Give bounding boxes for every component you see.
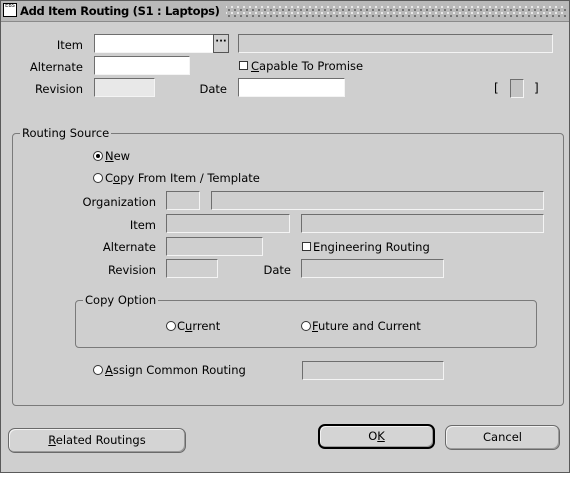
window-title: Add Item Routing (S1 : Laptops) [20,4,226,18]
title-bar[interactable]: EBS Add Item Routing (S1 : Laptops) [1,1,569,22]
copy-item-label: Item [129,218,156,232]
item-lov-button[interactable]: ··· [213,34,229,53]
descriptive-flexfield[interactable] [510,79,524,98]
copy-revision-label: Revision [107,263,156,277]
copy-from-radio[interactable] [93,173,103,183]
ok-button[interactable]: OK [318,424,435,449]
copy-alternate-field [166,237,263,256]
assign-common-routing-label: Assign Common Routing [105,363,246,377]
copy-item-description-field [301,214,544,233]
engineering-routing-checkbox[interactable] [302,242,311,251]
copy-date-field [301,259,444,278]
capable-to-promise-label: Capable To Promise [251,59,364,73]
copy-option-title: Copy Option [83,293,159,307]
common-routing-field [302,361,444,380]
current-radio-label: Current [177,319,221,333]
future-and-current-radio[interactable] [301,321,311,331]
app-icon[interactable]: EBS [3,3,17,17]
revision-label: Revision [34,82,83,96]
title-bar-pattern [188,5,566,17]
current-radio[interactable] [166,321,176,331]
organization-code-field [166,191,200,210]
item-label: Item [56,38,83,52]
new-radio[interactable] [93,151,103,161]
routing-source-title: Routing Source [20,126,112,140]
future-and-current-label: Future and Current [312,319,421,333]
revision-input[interactable] [94,78,155,97]
assign-common-routing-radio[interactable] [93,365,103,375]
date-label: Date [199,82,228,96]
alternate-input[interactable] [94,56,190,75]
context-bracket-close: ] [534,81,539,95]
related-routings-button[interactable]: Related Routings [8,428,186,453]
copy-revision-field [166,259,218,278]
app-icon-text: EBS [5,3,15,9]
add-item-routing-window: EBS Add Item Routing (S1 : Laptops) Item… [0,0,570,473]
organization-name-field [211,191,544,210]
copy-date-label: Date [263,263,292,277]
copy-item-field [166,214,290,233]
cancel-button[interactable]: Cancel [445,425,560,450]
organization-label: Organization [82,195,156,209]
copy-alternate-label: Alternate [102,240,156,254]
new-radio-label: New [105,149,131,163]
alternate-label: Alternate [29,60,83,74]
item-input[interactable] [94,34,214,53]
copy-from-label: Copy From Item / Template [105,171,260,185]
engineering-routing-label: Engineering Routing [313,240,430,254]
context-bracket-open: [ [494,81,499,95]
item-description-field [238,34,553,53]
date-input[interactable] [238,78,345,97]
capable-to-promise-checkbox[interactable] [239,61,248,70]
